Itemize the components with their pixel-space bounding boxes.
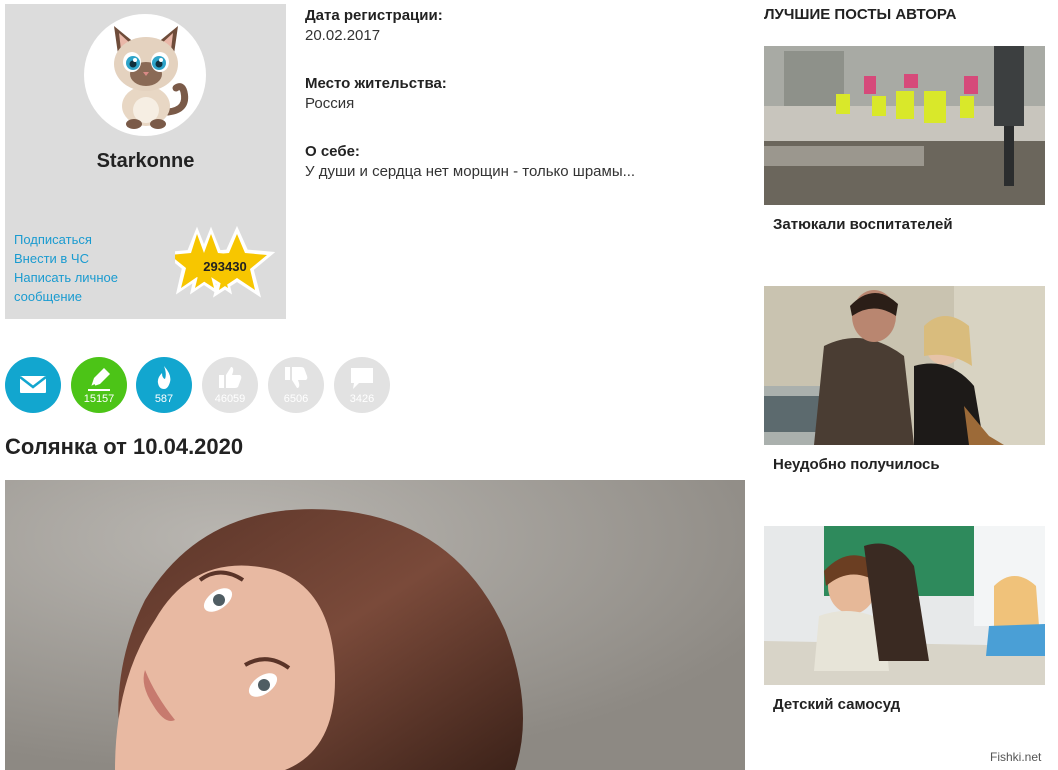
best-post-caption[interactable]: Затюкали воспитателей [764, 205, 1045, 235]
classroom-photo [764, 526, 1045, 685]
posts-stat[interactable]: 15157 [71, 357, 127, 413]
likes-count: 46059 [214, 393, 246, 405]
best-post-thumbnail[interactable] [764, 286, 1045, 445]
comment-icon [351, 368, 373, 389]
dislikes-stat[interactable]: 6506 [268, 357, 324, 413]
post-image[interactable] [5, 480, 745, 770]
kitten-avatar-image [114, 26, 189, 129]
profile-links: Подписаться Внести в ЧС Написать личное … [14, 230, 154, 306]
comments-count: 3426 [349, 393, 375, 405]
kids-walking-photo [764, 46, 1045, 205]
watermark: Fishki.net [990, 750, 1042, 764]
woman-portrait-photo [5, 480, 745, 770]
comments-stat[interactable]: 3426 [334, 357, 390, 413]
dislikes-count: 6506 [283, 393, 309, 405]
flame-icon [157, 366, 171, 389]
about-value: У души и сердца нет морщин - только шрам… [305, 163, 636, 180]
private-message-link[interactable]: Написать личное сообщение [14, 268, 154, 306]
message-button[interactable] [5, 357, 61, 413]
profile-info: Дата регистрации: 20.02.2017 Место жител… [305, 6, 745, 210]
location-label: Место жительства: [305, 75, 447, 92]
avatar[interactable] [84, 14, 206, 136]
best-post-caption[interactable]: Детский самосуд [764, 685, 1045, 715]
post-title[interactable]: Солянка от 10.04.2020 [5, 434, 243, 460]
likes-stat[interactable]: 46059 [202, 357, 258, 413]
registration-label: Дата регистрации: [305, 7, 443, 24]
thumbs-up-icon [219, 367, 242, 388]
hot-stat[interactable]: 587 [136, 357, 192, 413]
rating-value: 293430 [203, 259, 247, 274]
best-post-thumbnail[interactable] [764, 46, 1045, 205]
best-post-caption[interactable]: Неудобно получилось [764, 445, 1045, 475]
best-post-card[interactable]: Детский самосуд [764, 526, 1045, 715]
profile-card: Starkonne Подписаться Внести в ЧС Написа… [5, 4, 286, 319]
sidebar-title: ЛУЧШИЕ ПОСТЫ АВТОРА [764, 6, 957, 23]
best-post-card[interactable]: Неудобно получилось [764, 286, 1045, 475]
pen-icon [88, 368, 110, 391]
best-post-card[interactable]: Затюкали воспитателей [764, 46, 1045, 235]
best-post-thumbnail[interactable] [764, 526, 1045, 685]
posts-count: 15157 [83, 393, 115, 405]
thumbs-down-icon [285, 367, 308, 388]
couple-photo [764, 286, 1045, 445]
rating-badge: 293430 [175, 226, 275, 302]
mail-icon [19, 376, 47, 393]
location-value: Россия [305, 95, 355, 112]
hot-count: 587 [154, 393, 174, 405]
subscribe-link[interactable]: Подписаться [14, 230, 154, 249]
registration-value: 20.02.2017 [305, 27, 381, 44]
about-label: О себе: [305, 143, 360, 160]
username[interactable]: Starkonne [5, 150, 286, 173]
blacklist-link[interactable]: Внести в ЧС [14, 249, 154, 268]
